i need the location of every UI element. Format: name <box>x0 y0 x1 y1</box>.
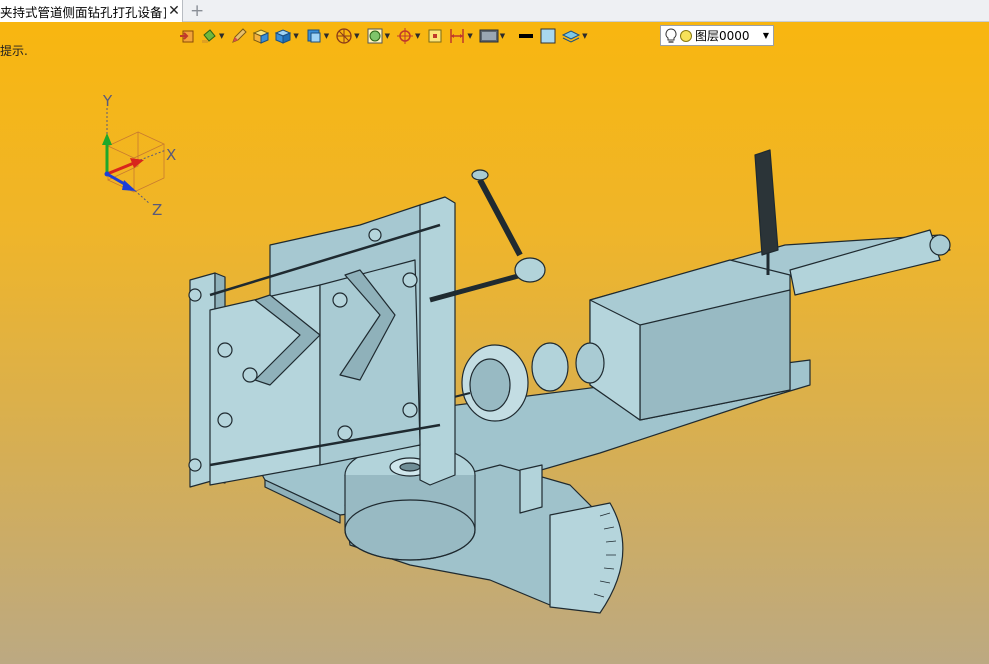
drilling-device-model <box>188 149 951 614</box>
document-tab-title: 夹持式管道侧面钻孔打孔设备] <box>0 4 166 20</box>
shaded-box-button[interactable] <box>252 27 270 45</box>
chevron-down-icon: ▼ <box>414 32 421 40</box>
chevron-down-icon: ▼ <box>499 32 506 40</box>
display-mode-icon <box>479 29 499 43</box>
bolt <box>402 402 418 418</box>
chuck <box>531 342 569 392</box>
dimension-button[interactable]: ▼ <box>448 27 474 45</box>
wireframe-button[interactable]: ▼ <box>335 27 361 45</box>
solid-box-icon <box>275 29 292 44</box>
chevron-down-icon: ▼ <box>354 32 360 40</box>
cube-view-button[interactable]: ▼ <box>305 27 331 45</box>
sun-icon <box>680 29 692 42</box>
vise-right-post <box>419 196 456 486</box>
pencil-icon <box>232 28 248 43</box>
layer-stack-button[interactable]: ▼ <box>561 27 589 45</box>
bolt <box>188 288 202 302</box>
snap-target-button[interactable]: ▼ <box>396 27 422 45</box>
layer-select[interactable]: 图层0000 ▼ <box>660 25 774 46</box>
snap-target-icon <box>396 28 413 44</box>
view-orient-button[interactable] <box>178 27 196 45</box>
new-tab-button[interactable]: + <box>190 0 204 22</box>
line-color-icon <box>519 34 534 38</box>
bolt <box>332 292 348 308</box>
plane-icon <box>428 29 442 43</box>
bolt <box>242 367 258 383</box>
bolt <box>368 228 382 242</box>
document-tab[interactable]: 夹持式管道侧面钻孔打孔设备] ✕ <box>0 0 183 22</box>
z-axis-label: Z <box>152 201 162 219</box>
protractor-scale <box>549 502 624 614</box>
chevron-down-icon: ▼ <box>293 32 299 40</box>
layer-name: 图层0000 <box>695 29 750 43</box>
chevron-down-icon: ▼ <box>582 32 588 40</box>
y-axis-label: Y <box>102 92 113 110</box>
bolt <box>402 272 418 288</box>
paint-bucket-button[interactable]: ▼ <box>200 27 226 45</box>
bolt <box>188 458 202 472</box>
layer-stack-icon <box>562 30 581 43</box>
wireframe-icon <box>336 28 352 44</box>
bolt <box>217 342 233 358</box>
lightbulb-icon <box>665 27 677 43</box>
bolt <box>337 425 353 441</box>
section-view-icon <box>367 28 383 44</box>
line-color-button[interactable] <box>517 27 535 45</box>
paint-bucket-icon <box>202 29 216 43</box>
view-toolbar: ▼ ▼ ▼ ▼ ▼ ▼ ▼ ▼ ▼ <box>178 24 594 48</box>
document-tab-bar: 夹持式管道侧面钻孔打孔设备] ✕ + <box>0 0 989 22</box>
pencil-button[interactable] <box>230 27 248 45</box>
chevron-down-icon: ▼ <box>384 32 390 40</box>
cube-view-icon <box>307 29 321 43</box>
feed-handle <box>754 149 779 256</box>
view-orient-icon <box>180 30 194 43</box>
status-hint: 提示. <box>0 44 28 58</box>
bolt <box>217 412 233 428</box>
solid-box-button[interactable]: ▼ <box>274 27 300 45</box>
chevron-down-icon: ▼ <box>467 32 473 40</box>
shaded-box-icon <box>253 29 270 44</box>
fill-color-button[interactable] <box>539 27 557 45</box>
chevron-down-icon: ▼ <box>762 31 770 40</box>
dimension-icon <box>450 29 465 43</box>
close-icon[interactable]: ✕ <box>166 3 182 19</box>
chevron-down-icon: ▼ <box>323 32 330 40</box>
chevron-down-icon: ▼ <box>219 32 225 40</box>
plane-button[interactable] <box>426 27 444 45</box>
fill-color-icon <box>540 28 556 44</box>
angle-bracket <box>519 464 543 514</box>
display-mode-button[interactable]: ▼ <box>479 27 507 45</box>
section-view-button[interactable]: ▼ <box>366 27 392 45</box>
